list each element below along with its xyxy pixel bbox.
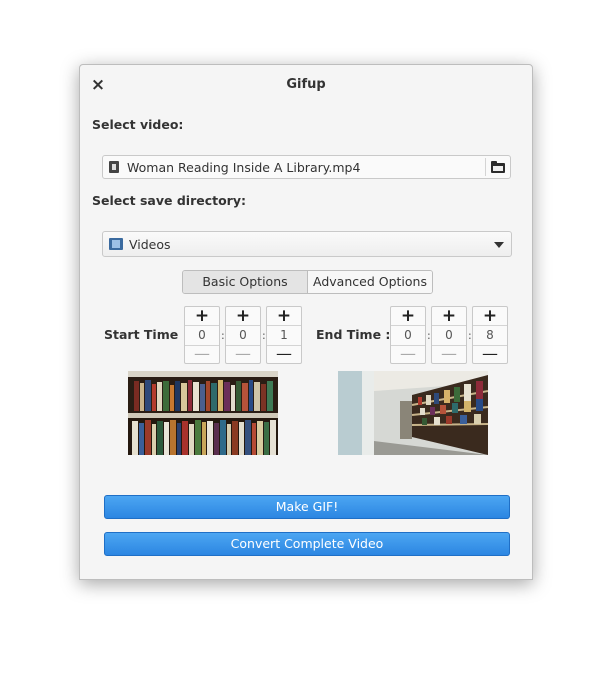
make-gif-button[interactable]: Make GIF!	[104, 495, 510, 519]
end-seconds-increment-button[interactable]: +	[473, 307, 507, 326]
convert-complete-video-button[interactable]: Convert Complete Video	[104, 532, 510, 556]
video-filename: Woman Reading Inside A Library.mp4	[127, 160, 361, 175]
end-seconds-spinner: + 8 —	[472, 306, 508, 364]
select-save-directory-label: Select save directory:	[92, 193, 246, 208]
select-video-label: Select video:	[92, 117, 184, 132]
end-hours-value[interactable]: 0	[391, 325, 425, 346]
end-minutes-decrement-button[interactable]: —	[432, 345, 466, 363]
start-minutes-increment-button[interactable]: +	[226, 307, 260, 326]
chevron-down-icon	[494, 242, 504, 248]
end-time-label: End Time :	[316, 327, 391, 342]
gifup-window: × Gifup Select video: Woman Reading Insi…	[79, 64, 533, 580]
end-seconds-decrement-button[interactable]: —	[473, 345, 507, 363]
start-time-label: Start Time :	[104, 327, 188, 342]
window-title: Gifup	[286, 77, 326, 92]
tab-basic-options[interactable]: Basic Options	[183, 271, 308, 293]
start-minutes-decrement-button[interactable]: —	[226, 345, 260, 363]
titlebar: × Gifup	[80, 65, 532, 105]
film-folder-icon	[109, 238, 123, 250]
end-hours-decrement-button[interactable]: —	[391, 345, 425, 363]
start-hours-increment-button[interactable]: +	[185, 307, 219, 326]
end-seconds-value[interactable]: 8	[473, 325, 507, 346]
folder-open-icon[interactable]	[490, 159, 506, 175]
tab-advanced-options[interactable]: Advanced Options	[308, 271, 432, 293]
start-seconds-value[interactable]: 1	[267, 325, 301, 346]
save-directory-combo[interactable]: Videos	[102, 231, 512, 257]
end-hours-increment-button[interactable]: +	[391, 307, 425, 326]
start-hours-decrement-button[interactable]: —	[185, 345, 219, 363]
save-directory-value: Videos	[129, 237, 171, 252]
start-hours-value[interactable]: 0	[185, 325, 219, 346]
options-tabs: Basic Options Advanced Options	[182, 270, 433, 294]
chooser-divider	[485, 158, 486, 176]
start-minutes-value[interactable]: 0	[226, 325, 260, 346]
video-file-chooser[interactable]: Woman Reading Inside A Library.mp4	[102, 155, 511, 179]
end-minutes-increment-button[interactable]: +	[432, 307, 466, 326]
start-seconds-increment-button[interactable]: +	[267, 307, 301, 326]
end-frame-preview	[338, 371, 488, 455]
end-minutes-spinner: + 0 —	[431, 306, 467, 364]
video-file-icon	[109, 161, 119, 173]
start-seconds-decrement-button[interactable]: —	[267, 345, 301, 363]
start-frame-preview	[128, 371, 278, 455]
start-hours-spinner: + 0 —	[184, 306, 220, 364]
start-seconds-spinner: + 1 —	[266, 306, 302, 364]
end-hours-spinner: + 0 —	[390, 306, 426, 364]
start-minutes-spinner: + 0 —	[225, 306, 261, 364]
end-minutes-value[interactable]: 0	[432, 325, 466, 346]
